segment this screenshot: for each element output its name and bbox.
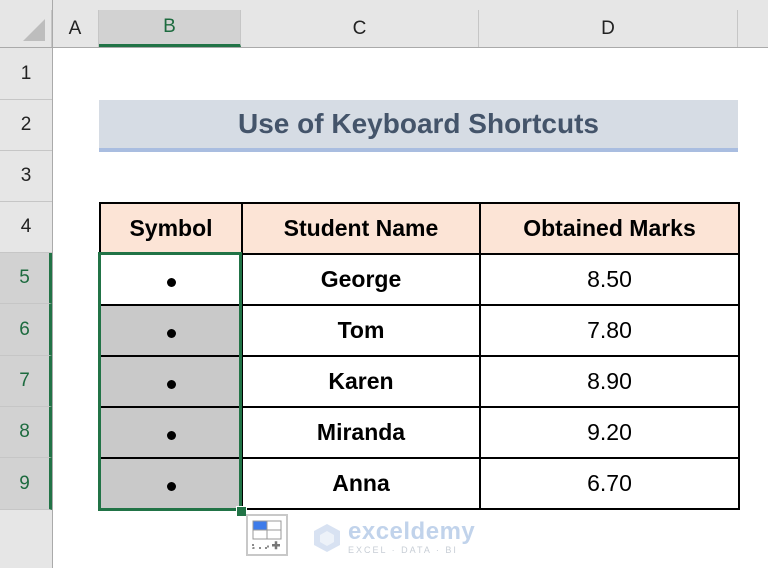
- name-cell[interactable]: Miranda: [241, 406, 481, 459]
- marks-cell[interactable]: 9.20: [479, 406, 740, 459]
- table-row: George 8.50: [99, 253, 740, 306]
- table-row: Karen 8.90: [99, 355, 740, 408]
- row-header-8[interactable]: 8: [0, 407, 52, 458]
- select-all-button[interactable]: [0, 10, 52, 47]
- row-header-6[interactable]: 6: [0, 304, 52, 356]
- column-header-b[interactable]: B: [99, 10, 241, 47]
- quick-analysis-button[interactable]: [246, 514, 288, 556]
- symbol-cell[interactable]: [99, 304, 243, 357]
- marks-cell[interactable]: 6.70: [479, 457, 740, 510]
- bullet-icon: [166, 380, 176, 389]
- row-header-3[interactable]: 3: [0, 151, 52, 202]
- marks-cell[interactable]: 8.50: [479, 253, 740, 306]
- row-header-7[interactable]: 7: [0, 356, 52, 407]
- row-header-9[interactable]: 9: [0, 458, 52, 510]
- row-header-2[interactable]: 2: [0, 100, 52, 151]
- bullet-icon: [166, 431, 176, 440]
- column-header-d[interactable]: D: [479, 10, 738, 47]
- sheet-title[interactable]: Use of Keyboard Shortcuts: [99, 100, 738, 152]
- bullet-icon: [166, 482, 176, 491]
- name-cell[interactable]: Tom: [241, 304, 481, 357]
- header-symbol[interactable]: Symbol: [99, 202, 243, 255]
- symbol-cell[interactable]: [99, 253, 243, 306]
- table-row: Tom 7.80: [99, 304, 740, 357]
- exceldemy-logo-icon: [314, 523, 340, 552]
- name-cell[interactable]: Karen: [241, 355, 481, 408]
- table-row: Miranda 9.20: [99, 406, 740, 459]
- quick-analysis-icon: [252, 520, 282, 550]
- watermark-name: exceldemy: [348, 518, 476, 545]
- column-header-c[interactable]: C: [241, 10, 479, 47]
- row-header-4[interactable]: 4: [0, 202, 52, 253]
- row-header-divider: [52, 0, 53, 568]
- row-header-1[interactable]: 1: [0, 48, 52, 100]
- row-header-5[interactable]: 5: [0, 253, 52, 304]
- watermark-tagline: EXCEL · DATA · BI: [348, 545, 458, 555]
- header-divider: [0, 47, 768, 48]
- table-row: Anna 6.70: [99, 457, 740, 510]
- student-table: Symbol Student Name Obtained Marks Georg…: [99, 202, 740, 510]
- marks-cell[interactable]: 8.90: [479, 355, 740, 408]
- select-all-triangle-icon: [23, 19, 45, 41]
- symbol-cell[interactable]: [99, 355, 243, 408]
- header-obtained-marks[interactable]: Obtained Marks: [479, 202, 740, 255]
- column-header-a[interactable]: A: [52, 10, 99, 47]
- table-header-row: Symbol Student Name Obtained Marks: [99, 202, 740, 255]
- name-cell[interactable]: Anna: [241, 457, 481, 510]
- symbol-cell[interactable]: [99, 406, 243, 459]
- symbol-cell[interactable]: [99, 457, 243, 510]
- marks-cell[interactable]: 7.80: [479, 304, 740, 357]
- exceldemy-watermark: exceldemy EXCEL · DATA · BI: [312, 520, 475, 555]
- name-cell[interactable]: George: [241, 253, 481, 306]
- bullet-icon: [166, 329, 176, 338]
- bullet-icon: [166, 278, 176, 287]
- header-student-name[interactable]: Student Name: [241, 202, 481, 255]
